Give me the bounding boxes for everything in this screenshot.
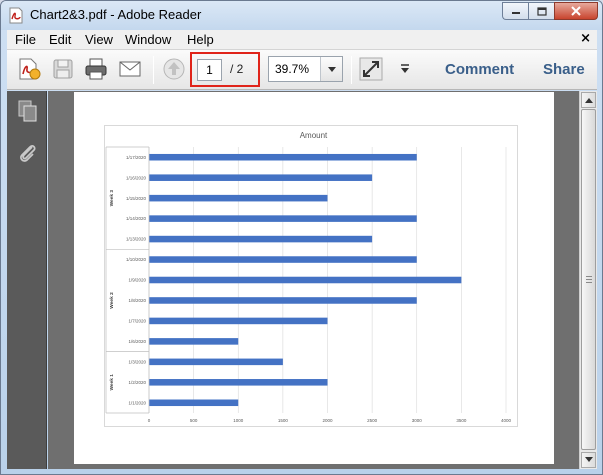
maximize-button[interactable] (528, 2, 554, 20)
app-window: Chart2&3.pdf - Adobe Reader File Edit Vi… (0, 0, 603, 475)
x-tick-label: 2000 (322, 418, 333, 423)
bar (149, 276, 462, 284)
create-pdf-icon[interactable] (17, 57, 41, 81)
menu-window[interactable]: Window (125, 32, 171, 47)
x-tick-label: 1500 (278, 418, 289, 423)
share-button[interactable]: Share (543, 61, 585, 78)
category-label: 1/9/2020 (128, 278, 146, 283)
close-icon (571, 6, 581, 16)
zoom-select[interactable]: 39.7% (268, 56, 343, 82)
group-label: Week 1 (109, 374, 115, 391)
scroll-grip (586, 279, 592, 280)
attachments-icon[interactable] (16, 141, 40, 165)
maximize-icon (536, 6, 547, 16)
pages-icon[interactable] (16, 99, 40, 123)
toolbar-separator (153, 56, 154, 84)
menu-file[interactable]: File (15, 32, 36, 47)
status-bar (7, 469, 597, 474)
scroll-down-button[interactable] (581, 452, 596, 468)
scrollbar-thumb[interactable] (581, 109, 596, 450)
zoom-value: 39.7% (275, 62, 310, 76)
category-label: 1/6/2020 (128, 339, 146, 344)
window-controls (502, 2, 598, 20)
group-label: Week 3 (109, 190, 115, 207)
page-navigation-highlight: 1 / 2 (190, 52, 260, 87)
bar (149, 338, 239, 345)
bar (149, 256, 417, 263)
comment-button[interactable]: Comment (445, 61, 514, 78)
pdf-file-icon (9, 7, 23, 24)
x-tick-label: 4000 (501, 418, 512, 423)
bar-chart: Amount0 500 1000 1500 2000 2500 3000 3500 40001/… (104, 125, 518, 427)
bar (149, 153, 417, 161)
minimize-icon (511, 12, 520, 14)
bar (149, 174, 373, 181)
menu-edit[interactable]: Edit (49, 32, 71, 47)
category-label: 1/8/2020 (128, 298, 146, 303)
email-icon[interactable] (118, 57, 142, 81)
scroll-grip (586, 276, 592, 277)
page-total: / 2 (230, 62, 244, 76)
chart-title: Amount (300, 131, 328, 140)
category-label: 1/17/2020 (126, 155, 147, 160)
arrow-down-icon (584, 457, 593, 462)
group-label: Week 2 (109, 292, 115, 309)
bar (149, 235, 373, 243)
category-label: 1/3/2020 (128, 359, 146, 364)
x-tick-label: 1000 (233, 418, 244, 423)
fullscreen-icon[interactable] (359, 57, 383, 81)
category-label: 1/1/2020 (128, 400, 146, 405)
toolbar-options-icon[interactable] (393, 57, 417, 81)
bar (149, 194, 328, 202)
x-tick-label: 3500 (456, 418, 467, 423)
navigation-sidebar (7, 91, 47, 469)
scroll-grip (586, 282, 592, 283)
close-window-button[interactable] (554, 2, 598, 20)
bar (149, 399, 239, 407)
close-document-button[interactable]: × (580, 31, 591, 46)
toolbar-separator (351, 56, 352, 84)
page-number-input[interactable]: 1 (197, 59, 222, 81)
category-label: 1/10/2020 (126, 257, 147, 262)
category-label: 1/7/2020 (128, 319, 146, 324)
x-tick-label: 500 (190, 418, 198, 423)
vertical-scrollbar[interactable] (579, 91, 597, 469)
pdf-page: Amount 0 500 1000 1500 2000 2500 3000 3500 4000 1/… (74, 92, 554, 464)
x-tick-label: 3000 (412, 418, 423, 423)
window-title: Chart2&3.pdf - Adobe Reader (30, 7, 202, 22)
chevron-down-icon (328, 67, 336, 72)
bar (149, 379, 328, 386)
bar (149, 297, 417, 304)
category-label: 1/13/2020 (126, 237, 147, 242)
category-label: 1/15/2020 (126, 196, 147, 201)
minimize-button[interactable] (502, 2, 528, 20)
zoom-dropdown-button[interactable] (320, 57, 342, 81)
menu-help[interactable]: Help (187, 32, 214, 47)
category-label: 1/2/2020 (128, 380, 146, 385)
menu-view[interactable]: View (85, 32, 113, 47)
print-icon[interactable] (84, 57, 108, 81)
scroll-up-button[interactable] (581, 92, 596, 108)
bar (149, 317, 328, 325)
x-tick-label: 2500 (367, 418, 378, 423)
category-label: 1/16/2020 (126, 175, 147, 180)
previous-page-icon[interactable] (162, 57, 186, 81)
toolbar: 1 / 2 39.7% Comment Share (7, 50, 597, 90)
bar (149, 215, 417, 222)
document-view[interactable]: Amount 0 500 1000 1500 2000 2500 3000 3500 4000 1/… (48, 91, 579, 469)
menu-bar: File Edit View Window Help × (7, 30, 597, 50)
bar (149, 358, 283, 366)
title-bar: Chart2&3.pdf - Adobe Reader (1, 1, 602, 30)
save-icon[interactable] (51, 57, 75, 81)
category-label: 1/14/2020 (126, 216, 147, 221)
arrow-up-icon (584, 98, 593, 103)
